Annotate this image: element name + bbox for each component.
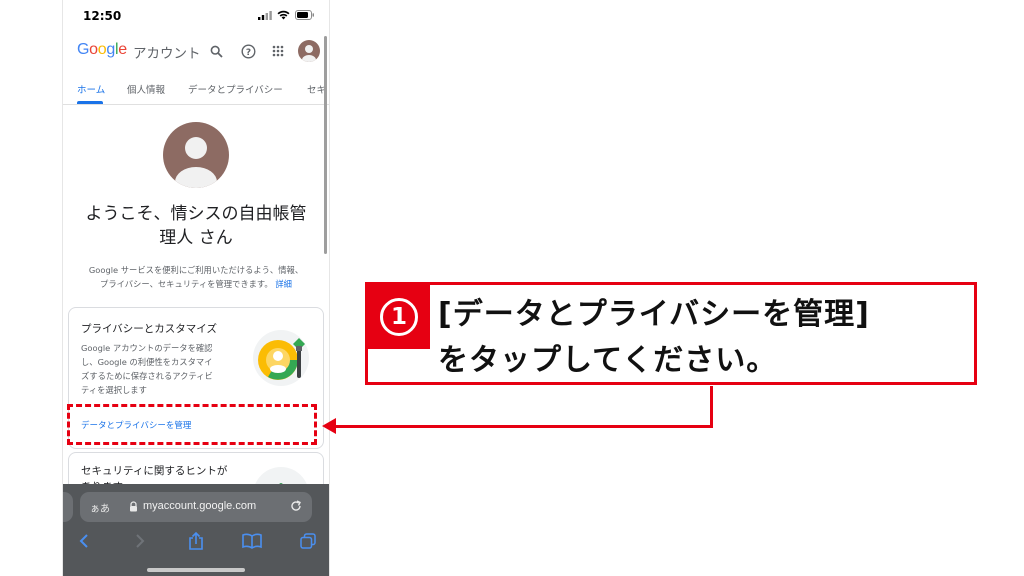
tab-personal-info[interactable]: 個人情報 [127,82,165,96]
lock-icon [130,501,137,512]
account-label: アカウント [133,46,201,62]
step-number: 1 [380,298,418,336]
forward-icon[interactable] [129,530,151,552]
step-badge: 1 [368,285,430,349]
nav-tabs: ホーム 個人情報 データとプライバシー セキ [63,72,329,105]
profile-avatar[interactable] [163,122,229,188]
status-icons [258,10,315,20]
help-icon[interactable]: ? [237,40,259,62]
home-indicator [147,568,245,572]
welcome-heading: ようこそ、情シスの自由帳管 理人 さん [85,204,307,248]
privacy-card-body: Google アカウントのデータを確認 し、Google の利便性をカスタマイ … [81,343,213,395]
previous-tab-stub[interactable] [63,492,73,522]
share-icon[interactable] [185,530,207,552]
signal-icon [258,10,272,20]
avatar[interactable] [298,40,320,62]
apps-grid-icon[interactable] [267,40,289,62]
address-bar[interactable]: ぁあ myaccount.google.com [80,492,312,522]
arrow-head-icon [322,418,336,434]
wifi-icon [277,10,290,20]
google-logo[interactable]: Google [77,41,127,59]
account-header: Google アカウント ? [63,32,329,72]
bookmarks-icon[interactable] [241,530,263,552]
connector-line-vertical [710,386,713,428]
status-bar: 12:50 [63,0,329,32]
svg-text:?: ? [245,48,250,58]
connector-line-horizontal [334,425,713,428]
status-time: 12:50 [83,9,122,23]
instruction-callout: 1 [データとプライバシーを管理] をタップしてください。 [365,282,977,385]
learn-more-link[interactable]: 詳細 [275,279,292,289]
tab-data-privacy[interactable]: データとプライバシー [188,82,283,96]
callout-line-1: [データとプライバシーを管理] [438,297,870,332]
intro-text: Google サービスを便利にご利用いただけるよう、情報、 プライバシー、セキュ… [88,265,304,289]
privacy-card-title: プライバシーとカスタマイズ [81,323,217,335]
tab-home[interactable]: ホーム [77,82,105,96]
back-icon[interactable] [73,530,95,552]
reload-icon[interactable] [289,499,303,513]
active-tab-indicator [77,101,103,104]
phone-screen: 12:50 Google アカウント ? ホーム 個人情報 データとプライバシー… [62,0,330,576]
battery-icon [295,10,314,20]
url-text: myaccount.google.com [143,500,257,512]
safari-bottom-bar: ぁあ myaccount.google.com [63,484,329,576]
link-highlight-box [67,404,317,445]
tabs-icon[interactable] [297,530,319,552]
privacy-illustration [253,330,309,386]
page-settings-button[interactable]: ぁあ [90,500,110,515]
callout-line-2: をタップしてください。 [438,343,778,378]
search-icon[interactable] [205,40,227,62]
